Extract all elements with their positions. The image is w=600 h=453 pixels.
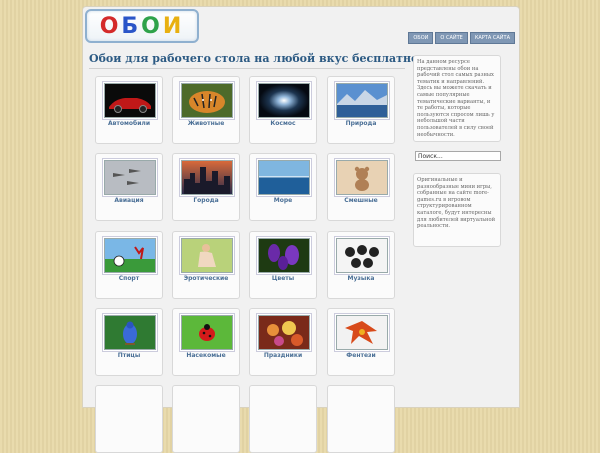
category-label[interactable]: Фентези [328,352,394,359]
category-label[interactable]: Города [173,197,239,204]
top-navigation: ОБОИ О САЙТЕ КАРТА САЙТА [408,32,515,44]
category-label[interactable]: Природа [328,120,394,127]
category-tile[interactable]: Смешные [327,153,395,221]
category-tile-partial[interactable] [95,385,163,453]
category-tile[interactable]: Цветы [249,231,317,299]
band-icon[interactable] [336,238,388,273]
woman-icon[interactable] [181,238,233,273]
category-tile[interactable]: Море [249,153,317,221]
category-label[interactable]: Насекомые [173,352,239,359]
category-tile[interactable]: Космос [249,76,317,144]
category-tile[interactable]: Эротические [172,231,240,299]
category-tile-partial[interactable] [172,385,240,453]
category-label[interactable]: Животные [173,120,239,127]
category-tile[interactable]: Птицы [95,308,163,376]
category-tile[interactable]: Музыка [327,231,395,299]
games-text: Оригинальные и разнообразные мини игры, … [417,177,496,230]
tiger-icon[interactable] [181,83,233,118]
mountain-lake-icon[interactable] [336,83,388,118]
logo-letter: О [141,13,163,39]
category-label[interactable]: Эротические [173,275,239,282]
category-tile-partial[interactable] [249,385,317,453]
category-tile[interactable]: Праздники [249,308,317,376]
category-tile[interactable]: Автомобили [95,76,163,144]
ladybug-icon[interactable] [181,315,233,350]
soccer-icon[interactable] [104,238,156,273]
category-tile-partial[interactable] [327,385,395,453]
flowers-icon[interactable] [258,238,310,273]
category-label[interactable]: Музыка [328,275,394,282]
teddy-bear-icon[interactable] [336,160,388,195]
nav-about[interactable]: О САЙТЕ [435,32,468,44]
car-icon[interactable] [104,83,156,118]
space-icon[interactable] [258,83,310,118]
logo-letter: Б [121,13,142,39]
category-tile[interactable]: Насекомые [172,308,240,376]
festive-icon[interactable] [258,315,310,350]
category-label[interactable]: Море [250,197,316,204]
category-tile[interactable]: Авиация [95,153,163,221]
category-label[interactable]: Авиация [96,197,162,204]
site-logo[interactable]: ОБОИ [85,9,199,43]
page-container: ОБОИ ОБОИ О САЙТЕ КАРТА САЙТА Обои для р… [82,6,520,453]
category-tile[interactable]: Природа [327,76,395,144]
sea-icon[interactable] [258,160,310,195]
nav-sitemap[interactable]: КАРТА САЙТА [469,32,515,44]
bird-icon[interactable] [104,315,156,350]
title-divider [89,68,405,69]
category-tile[interactable]: Спорт [95,231,163,299]
about-box: На данном ресурсе представлены обои на р… [413,55,501,142]
category-tile[interactable]: Животные [172,76,240,144]
category-label[interactable]: Космос [250,120,316,127]
search-input[interactable] [415,151,501,161]
nav-wallpapers[interactable]: ОБОИ [408,32,434,44]
logo-letter: И [162,13,185,39]
category-label[interactable]: Спорт [96,275,162,282]
games-box: Оригинальные и разнообразные мини игры, … [413,173,501,247]
fantasy-icon[interactable] [336,315,388,350]
about-text: На данном ресурсе представлены обои на р… [417,59,495,138]
jets-icon[interactable] [104,160,156,195]
category-label[interactable]: Цветы [250,275,316,282]
category-label[interactable]: Праздники [250,352,316,359]
category-tile[interactable]: Фентези [327,308,395,376]
category-label[interactable]: Птицы [96,352,162,359]
category-label[interactable]: Автомобили [96,120,162,127]
logo-letter: О [99,13,122,39]
category-label[interactable]: Смешные [328,197,394,204]
city-icon[interactable] [181,160,233,195]
category-tile[interactable]: Города [172,153,240,221]
page-title: Обои для рабочего стола на любой вкус бе… [89,52,423,65]
